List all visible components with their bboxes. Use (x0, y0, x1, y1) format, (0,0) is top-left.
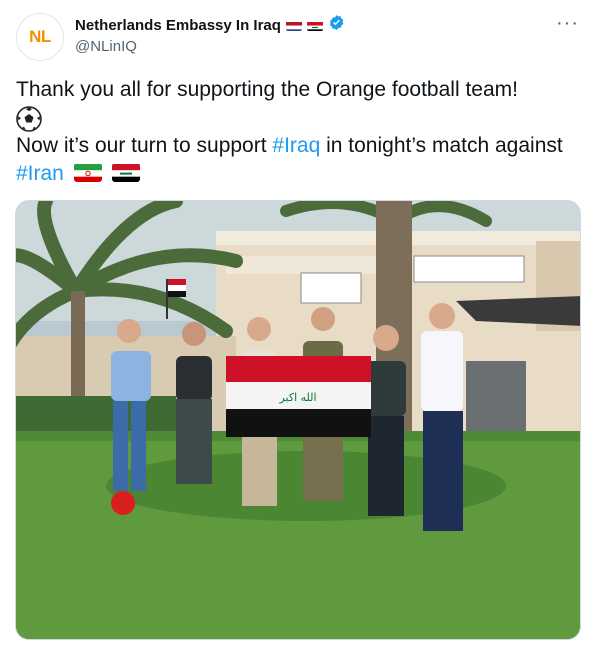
author-row: Netherlands Embassy In Iraq (75, 14, 345, 36)
line2-suffix: in tonight’s match against (320, 134, 563, 158)
flag-script-text: الله اكبر (278, 391, 316, 404)
netherlands-flag-icon (285, 20, 302, 31)
iran-flag-icon (73, 163, 102, 183)
hashtag-iraq-link[interactable]: #Iraq (272, 134, 320, 157)
line2-prefix: Now it’s our turn to support (16, 134, 273, 158)
avatar[interactable]: NL (16, 13, 64, 61)
tweet-card[interactable]: NL Netherlands Embassy In Iraq @NLinIQ ·… (0, 0, 601, 646)
verified-badge-icon (328, 14, 345, 36)
iraq-flag-held: الله اكبر (226, 356, 371, 437)
more-options-icon[interactable]: ··· (556, 13, 579, 33)
tweet-photo[interactable]: الله اكبر (15, 200, 581, 640)
iraq-flag-icon (111, 163, 140, 183)
avatar-logo-text: NL (29, 27, 51, 46)
tweet-line-2: Now it’s our turn to support #Iraq in to… (16, 132, 586, 188)
group-photo-illustration: الله اكبر (16, 201, 580, 639)
tweet-line-1: Thank you all for supporting the Orange … (16, 78, 518, 101)
soccer-ball-row (16, 104, 586, 133)
soccer-ball-icon (16, 106, 42, 133)
iraq-flag-icon (306, 20, 323, 31)
author-name[interactable]: Netherlands Embassy In Iraq (75, 17, 281, 34)
author-handle[interactable]: @NLinIQ (75, 38, 345, 55)
hashtag-iran-link[interactable]: #Iran (16, 162, 64, 185)
tweet-text: Thank you all for supporting the Orange … (16, 76, 586, 188)
tweet-header: Netherlands Embassy In Iraq @NLinIQ (75, 14, 345, 55)
